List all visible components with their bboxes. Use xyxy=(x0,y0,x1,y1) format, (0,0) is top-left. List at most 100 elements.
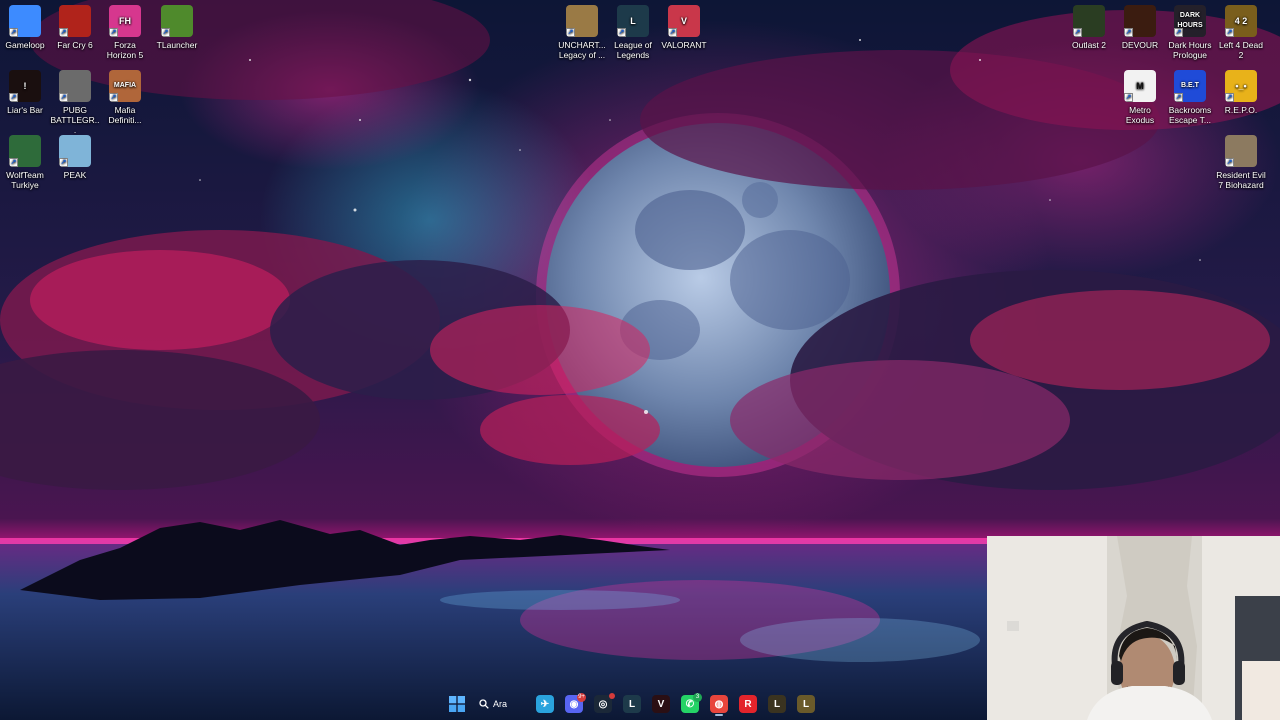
desktop-icon-label: Liar's Bar xyxy=(7,105,43,115)
shortcut-arrow-icon: ↗ xyxy=(1225,158,1234,167)
desktop-icon[interactable]: ↗ Far Cry 6 xyxy=(50,5,100,50)
shortcut-arrow-icon: ↗ xyxy=(161,28,170,37)
shortcut-arrow-icon: ↗ xyxy=(1124,93,1133,102)
shortcut-arrow-icon: ↗ xyxy=(109,93,118,102)
notification-badge: 9+ xyxy=(577,693,586,702)
desktop-icon-label: WolfTeam Turkiye xyxy=(6,170,44,190)
icon-glyph: L xyxy=(802,698,810,710)
start-button[interactable] xyxy=(445,692,469,716)
notification-dot xyxy=(609,693,615,699)
icon-glyph: R xyxy=(744,698,752,710)
desktop-icon[interactable]: MAFIA ↗ Mafia Definiti... xyxy=(100,70,150,125)
desktop-icon[interactable]: V ↗ VALORANT xyxy=(659,5,709,50)
desktop-icon-label: Left 4 Dead 2 xyxy=(1219,40,1263,60)
riot-client-icon: R xyxy=(739,695,757,713)
peak-icon: ↗ xyxy=(59,135,91,167)
valorant-icon: V ↗ xyxy=(668,5,700,37)
league-folder-icon: L xyxy=(797,695,815,713)
mafia-icon: MAFIA ↗ xyxy=(109,70,141,102)
devour-icon: ↗ xyxy=(1124,5,1156,37)
league-of-legends-icon: L ↗ xyxy=(617,5,649,37)
desktop-icon-label: Forza Horizon 5 xyxy=(106,40,144,60)
outlast-2-icon: ↗ xyxy=(1073,5,1105,37)
shortcut-arrow-icon: ↗ xyxy=(9,28,18,37)
taskbar-discord-button[interactable]: ◉ 9+ xyxy=(562,692,586,716)
desktop-icon[interactable]: ↗ Gameloop xyxy=(0,5,50,50)
dark-hours-icon: DARK HOURS ↗ xyxy=(1174,5,1206,37)
shortcut-arrow-icon: ↗ xyxy=(668,28,677,37)
taskbar-valorant-button[interactable]: V xyxy=(649,692,673,716)
wolfteam-icon: ↗ xyxy=(9,135,41,167)
taskbar-chrome-button[interactable]: ◍ xyxy=(707,692,731,716)
taskbar: Ara ✈ ◉ 9+ ◎ L V ✆ 3 ◍ R L L xyxy=(445,690,840,718)
shortcut-arrow-icon: ↗ xyxy=(109,28,118,37)
search-box[interactable]: Ara xyxy=(473,692,529,716)
icon-glyph: ✈ xyxy=(540,698,550,710)
resident-evil-7-icon: ↗ xyxy=(1225,135,1257,167)
icon-glyph: L xyxy=(773,698,781,710)
icon-mark: MAFIA xyxy=(113,82,137,89)
repo-icon: •_• ↗ xyxy=(1225,70,1257,102)
gameloop-icon: ↗ xyxy=(9,5,41,37)
shortcut-arrow-icon: ↗ xyxy=(1225,28,1234,37)
webcam-overlay xyxy=(987,536,1280,720)
desktop-icon-label: Resident Evil 7 Biohazard xyxy=(1216,170,1266,190)
desktop-icon[interactable]: ↗ PEAK xyxy=(50,135,100,180)
shortcut-arrow-icon: ↗ xyxy=(566,28,575,37)
desktop-icon[interactable]: M ↗ Metro Exodus xyxy=(1115,70,1165,125)
desktop-icon-label: Dark Hours Prologue xyxy=(1168,40,1212,60)
shortcut-arrow-icon: ↗ xyxy=(9,93,18,102)
left-4-dead-2-icon: 4 2 ↗ xyxy=(1225,5,1257,37)
desktop-icon[interactable]: L ↗ League of Legends xyxy=(608,5,658,60)
desktop-icon[interactable]: ↗ WolfTeam Turkiye xyxy=(0,135,50,190)
icon-glyph: V xyxy=(657,698,665,710)
desktop-icon-label: PEAK xyxy=(63,170,87,180)
notification-badge: 3 xyxy=(693,693,702,702)
desktop-icon[interactable]: 4 2 ↗ Left 4 Dead 2 xyxy=(1216,5,1266,60)
metro-exodus-icon: M ↗ xyxy=(1124,70,1156,102)
uncharted-icon: ↗ xyxy=(566,5,598,37)
shortcut-arrow-icon: ↗ xyxy=(1124,28,1133,37)
taskbar-apps: ✈ ◉ 9+ ◎ L V ✆ 3 ◍ R L L xyxy=(533,692,818,716)
desktop-icon[interactable]: ↗ Resident Evil 7 Biohazard xyxy=(1216,135,1266,190)
shortcut-arrow-icon: ↗ xyxy=(617,28,626,37)
windows-icon xyxy=(449,696,465,712)
taskbar-whatsapp-button[interactable]: ✆ 3 xyxy=(678,692,702,716)
desktop-icon[interactable]: B.E.T ↗ Backrooms Escape T... xyxy=(1165,70,1215,125)
webcam-feed xyxy=(987,536,1280,720)
shortcut-arrow-icon: ↗ xyxy=(59,28,68,37)
taskbar-league-alt-button[interactable]: L xyxy=(765,692,789,716)
search-icon xyxy=(479,699,489,709)
tlauncher-icon: ↗ xyxy=(161,5,193,37)
icon-glyph: ◎ xyxy=(598,698,608,710)
forza-horizon-5-icon: FH ↗ xyxy=(109,5,141,37)
desktop-icon[interactable]: ! ↗ Liar's Bar xyxy=(0,70,50,115)
desktop-icon[interactable]: ↗ Outlast 2 xyxy=(1064,5,1114,50)
desktop-icon[interactable]: FH ↗ Forza Horizon 5 xyxy=(100,5,150,60)
icon-mark: M xyxy=(1136,81,1144,91)
desktop-icon-label: Mafia Definiti... xyxy=(108,105,142,125)
taskbar-steam-button[interactable]: ◎ xyxy=(591,692,615,716)
valorant-taskbar-icon: V xyxy=(652,695,670,713)
pubg-icon: ↗ xyxy=(59,70,91,102)
league-client-icon: L xyxy=(623,695,641,713)
desktop-icon[interactable]: ↗ TLauncher xyxy=(152,5,202,50)
taskbar-league-client-button[interactable]: L xyxy=(620,692,644,716)
taskbar-league-folder-button[interactable]: L xyxy=(794,692,818,716)
telegram-icon: ✈ xyxy=(536,695,554,713)
liars-bar-icon: ! ↗ xyxy=(9,70,41,102)
desktop-icon-label: R.E.P.O. xyxy=(1224,105,1258,115)
taskbar-telegram-button[interactable]: ✈ xyxy=(533,692,557,716)
icon-mark: ! xyxy=(23,81,27,91)
icon-mark: V xyxy=(680,16,687,26)
chrome-icon: ◍ xyxy=(710,695,728,713)
desktop-icon-label: VALORANT xyxy=(661,40,707,50)
desktop-icon[interactable]: ↗ UNCHART... Legacy of ... xyxy=(557,5,607,60)
desktop-icon[interactable]: ↗ DEVOUR xyxy=(1115,5,1165,50)
shortcut-arrow-icon: ↗ xyxy=(1225,93,1234,102)
desktop-icon[interactable]: ↗ PUBG BATTLEGR... xyxy=(50,70,100,135)
desktop-icon[interactable]: •_• ↗ R.E.P.O. xyxy=(1216,70,1266,115)
desktop-icon[interactable]: DARK HOURS ↗ Dark Hours Prologue xyxy=(1165,5,1215,60)
icon-mark: L xyxy=(630,16,636,26)
taskbar-riot-client-button[interactable]: R xyxy=(736,692,760,716)
